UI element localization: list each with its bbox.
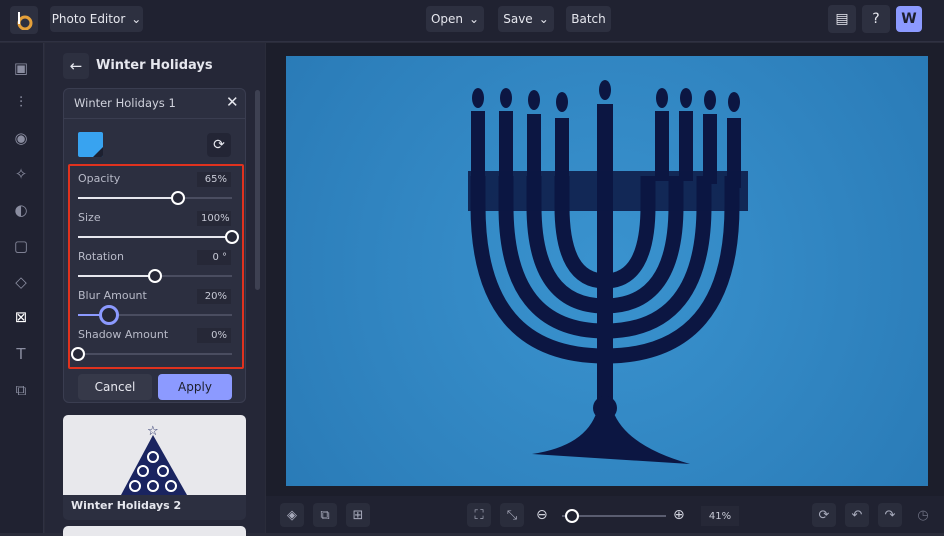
save-button[interactable]: Save ⌄: [498, 6, 554, 32]
frame-icon[interactable]: ▢: [12, 237, 30, 255]
color-swatch[interactable]: [78, 132, 103, 157]
adjust-icon[interactable]: ⫶: [12, 93, 30, 111]
slider-value[interactable]: 0 °: [197, 250, 231, 265]
slider-track[interactable]: [78, 191, 232, 205]
zoom-in-icon[interactable]: ⊕: [673, 507, 685, 523]
avatar[interactable]: W: [896, 6, 922, 32]
slider-knob[interactable]: [98, 305, 119, 325]
slider-knob[interactable]: [171, 191, 186, 205]
layers-icon[interactable]: ⧉: [12, 381, 30, 399]
open-button[interactable]: Open ⌄: [426, 6, 484, 32]
card-title: Winter Holidays 1: [74, 96, 176, 110]
redo-icon[interactable]: ↷: [878, 503, 902, 527]
shapes-icon[interactable]: ◇: [12, 273, 30, 291]
arrange-icon[interactable]: ⧉: [313, 503, 337, 527]
zoom-level[interactable]: 41%: [701, 506, 739, 526]
overlay-thumbnail-3[interactable]: [63, 526, 246, 536]
divider: [64, 118, 245, 119]
photo-canvas[interactable]: [286, 56, 928, 486]
overlay-icon[interactable]: ⊠: [12, 308, 30, 326]
shrink-icon[interactable]: ⤡: [500, 503, 524, 527]
zoom-out-icon[interactable]: ⊖: [536, 507, 548, 523]
photo-editor-menu[interactable]: Photo Editor ⌄: [50, 6, 143, 32]
cancel-button[interactable]: Cancel: [78, 374, 152, 400]
text-icon[interactable]: T: [12, 345, 30, 363]
chevron-down-icon: ⌄: [469, 12, 480, 26]
slider-knob[interactable]: [225, 230, 239, 244]
undo-icon[interactable]: ↶: [845, 503, 869, 527]
slider-knob[interactable]: [148, 269, 162, 283]
batch-label: Batch: [571, 12, 606, 26]
back-arrow-icon[interactable]: ←: [63, 53, 89, 79]
grid-icon[interactable]: ⊞: [346, 503, 370, 527]
layers-icon[interactable]: ◈: [280, 503, 304, 527]
slider-track[interactable]: [71, 347, 232, 361]
slider-knob[interactable]: [71, 347, 85, 361]
slider-value[interactable]: 100%: [197, 211, 231, 226]
slider-fill: [78, 197, 179, 199]
reset-icon[interactable]: ⟳: [812, 503, 836, 527]
slider-value[interactable]: 65%: [197, 172, 231, 187]
close-icon[interactable]: ✕: [226, 93, 239, 111]
flip-icon[interactable]: ⟳: [207, 133, 231, 157]
tool-rail: ▣ ⫶ ◉ ✧ ◐ ▢ ◇ ⊠ T ⧉: [0, 43, 44, 533]
comment-icon[interactable]: ▤: [828, 5, 856, 33]
zoom-slider[interactable]: [562, 509, 666, 523]
slider-track[interactable]: [78, 230, 239, 244]
eye-icon[interactable]: ◉: [12, 129, 30, 147]
slider-label: Rotation: [78, 250, 125, 263]
help-icon[interactable]: ?: [862, 5, 890, 33]
save-label: Save: [503, 12, 533, 26]
effects-icon[interactable]: ✧: [12, 165, 30, 183]
slider-fill: [78, 275, 155, 277]
history-icon[interactable]: ◷: [911, 503, 935, 527]
slider-label: Opacity: [78, 172, 121, 185]
slider-track[interactable]: [78, 305, 232, 325]
slider-fill: [78, 236, 232, 238]
slider-label: Shadow Amount: [78, 328, 169, 341]
svg-text:☆: ☆: [147, 424, 159, 439]
panel-scrollbar[interactable]: [255, 90, 260, 290]
thumbnail-label: Winter Holidays 2: [71, 499, 182, 512]
menorah-image: [468, 80, 748, 464]
slider-value[interactable]: 0%: [197, 328, 231, 343]
slider-label: Size: [78, 211, 101, 224]
image-icon[interactable]: ▣: [12, 59, 30, 77]
panel-title: Winter Holidays: [96, 58, 213, 73]
batch-button[interactable]: Batch: [566, 6, 611, 32]
app-menu-label: Photo Editor: [51, 12, 126, 26]
chevron-down-icon: ⌄: [131, 12, 142, 26]
overlay-thumbnail-2[interactable]: ☆ Winter Holidays 2: [63, 415, 246, 520]
apply-button[interactable]: Apply: [158, 374, 232, 400]
logo[interactable]: [10, 6, 38, 34]
slider-label: Blur Amount: [78, 289, 147, 302]
thumbnail-image: ☆: [63, 415, 246, 495]
palette-icon[interactable]: ◐: [12, 201, 30, 219]
chevron-down-icon: ⌄: [538, 12, 549, 26]
slider-value[interactable]: 20%: [197, 289, 231, 304]
open-label: Open: [430, 12, 463, 26]
fit-screen-icon[interactable]: ⛶: [467, 503, 491, 527]
slider-track[interactable]: [78, 269, 232, 283]
